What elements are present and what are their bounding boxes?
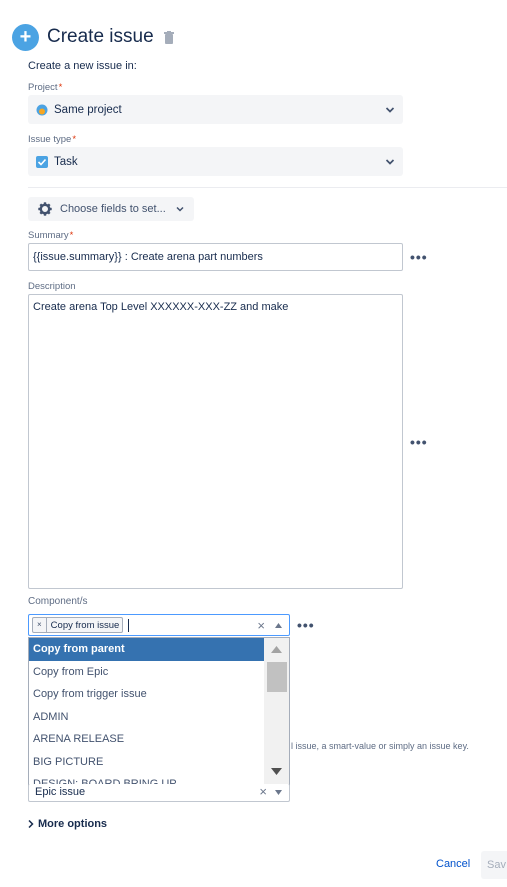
caret-up-icon[interactable] xyxy=(275,623,282,628)
chevron-down-icon xyxy=(176,206,184,212)
project-select[interactable]: Same project xyxy=(28,95,403,124)
divider xyxy=(28,187,507,188)
text-cursor xyxy=(128,618,130,632)
component-tag: × Copy from issue xyxy=(32,617,124,633)
choose-fields-button[interactable]: Choose fields to set... xyxy=(28,197,194,221)
gear-icon xyxy=(38,202,52,216)
components-more-icon[interactable]: ••• xyxy=(297,617,315,633)
scroll-up-arrow-icon[interactable] xyxy=(271,646,282,653)
description-textarea[interactable]: Create arena Top Level XXXXXX-XXX-ZZ and… xyxy=(28,294,403,589)
page-title: Create issue xyxy=(47,26,154,47)
dropdown-option[interactable]: Copy from trigger issue xyxy=(29,683,267,706)
plus-icon: + xyxy=(12,23,39,51)
dropdown-option[interactable]: BIG PICTURE xyxy=(29,751,267,774)
epic-issue-value: Epic issue xyxy=(35,786,86,798)
project-icon xyxy=(36,104,48,115)
more-options-label: More options xyxy=(38,818,108,830)
dropdown-scrollbar[interactable] xyxy=(264,638,289,785)
save-button[interactable]: Sav xyxy=(481,851,507,879)
dropdown-option[interactable]: ARENA RELEASE xyxy=(29,728,267,751)
more-options-toggle[interactable]: More options xyxy=(28,818,107,830)
checkbox-task-icon xyxy=(36,155,48,168)
chevron-down-icon xyxy=(385,106,395,113)
dropdown-option[interactable]: ADMIN xyxy=(29,706,267,729)
summary-input[interactable]: {{issue.summary}} : Create arena part nu… xyxy=(28,243,403,271)
components-dropdown: Copy from parent Copy from Epic Copy fro… xyxy=(28,637,290,786)
scroll-down-arrow-icon[interactable] xyxy=(271,768,282,775)
create-in-label: Create a new issue in: xyxy=(28,60,137,72)
chevron-right-icon xyxy=(28,820,34,828)
component-tag-label: Copy from issue xyxy=(50,619,120,631)
chevron-down-icon xyxy=(385,158,395,165)
description-label: Description xyxy=(28,281,76,292)
hint-text: l issue, a smart-value or simply an issu… xyxy=(291,741,469,751)
project-label: Project* xyxy=(28,82,63,93)
components-input[interactable]: × Copy from issue × xyxy=(28,614,290,636)
summary-more-icon[interactable]: ••• xyxy=(410,249,428,265)
caret-down-icon[interactable] xyxy=(275,790,282,795)
scrollbar-thumb[interactable] xyxy=(267,662,287,692)
epic-issue-select[interactable]: Epic issue × xyxy=(28,784,290,802)
issue-type-select[interactable]: Task xyxy=(28,147,403,176)
components-label: Component/s xyxy=(28,596,88,607)
clear-icon[interactable]: × xyxy=(257,618,265,633)
clear-icon[interactable]: × xyxy=(259,784,267,800)
trash-icon[interactable] xyxy=(163,30,175,44)
tag-remove-icon[interactable]: × xyxy=(33,618,47,632)
dropdown-option[interactable]: Copy from Epic xyxy=(29,661,267,684)
choose-fields-label: Choose fields to set... xyxy=(60,203,166,215)
project-value: Same project xyxy=(54,103,122,116)
cancel-button[interactable]: Cancel xyxy=(436,858,470,870)
description-text: Create arena Top Level XXXXXX-XXX-ZZ and… xyxy=(33,301,289,313)
issue-type-value: Task xyxy=(54,155,78,168)
issue-type-label: Issue type* xyxy=(28,134,77,145)
description-more-icon[interactable]: ••• xyxy=(410,434,428,450)
modal-header: + Create issue xyxy=(12,23,175,51)
summary-label: Summary* xyxy=(28,230,74,241)
dropdown-option[interactable]: Copy from parent xyxy=(29,638,267,661)
